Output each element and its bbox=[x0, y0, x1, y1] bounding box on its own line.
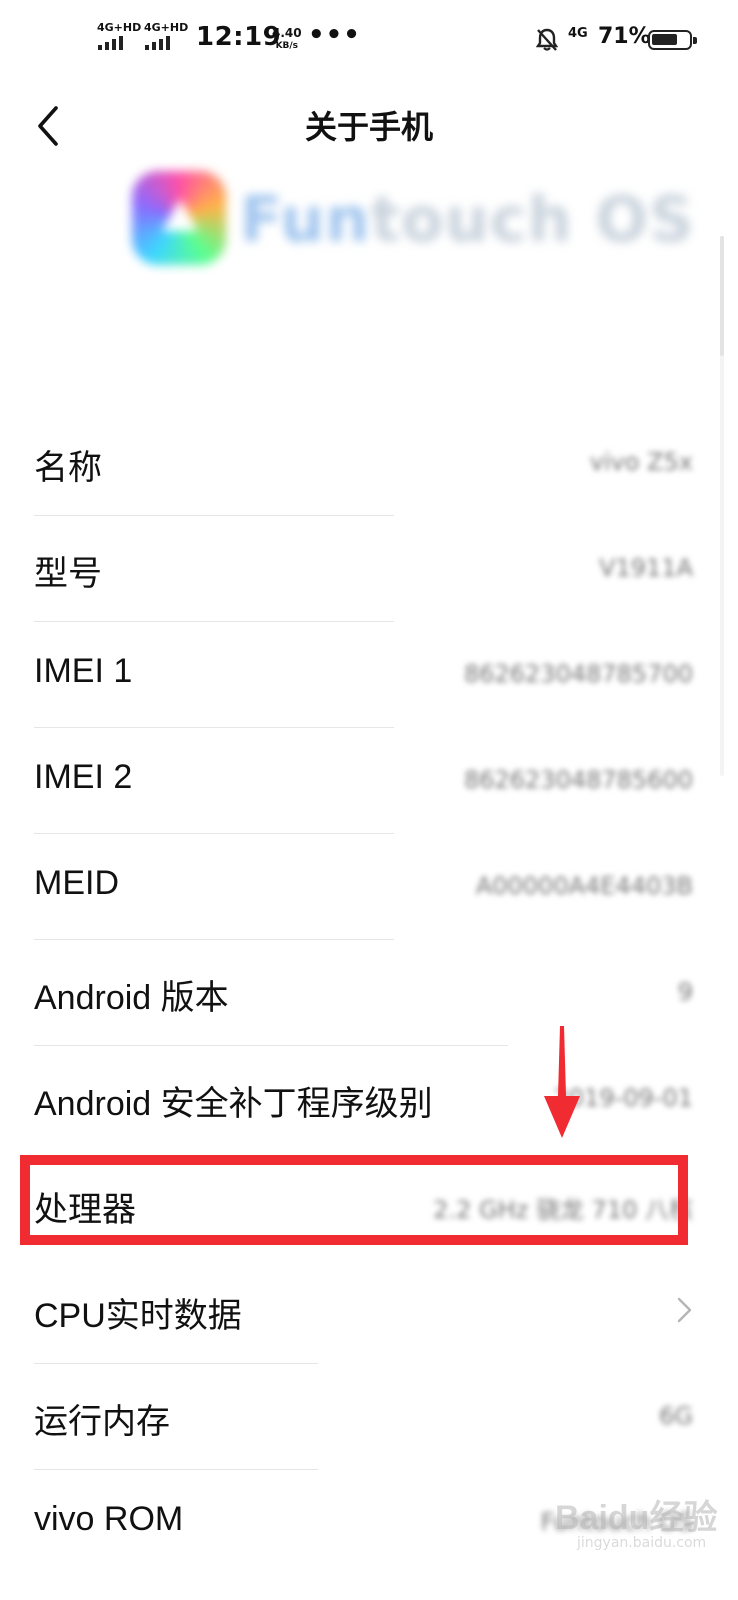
row-value: 862623048785600 bbox=[463, 766, 693, 794]
row-value: V1911A bbox=[599, 554, 693, 582]
signal-icon-2 bbox=[145, 36, 170, 50]
row-label: IMEI 1 bbox=[34, 652, 133, 690]
row-label: 运行内存 bbox=[34, 1403, 170, 1441]
row-label: 型号 bbox=[34, 555, 102, 593]
funtouch-os-logo: Funtouch OS bbox=[128, 165, 694, 275]
row-value: 9 bbox=[677, 978, 693, 1006]
clock: 12:19 bbox=[196, 22, 282, 52]
row-value: A00000A4E4403B bbox=[475, 872, 693, 900]
logo-word-fun: Fun bbox=[240, 183, 371, 256]
signal-label-2: 4G+HD bbox=[144, 21, 189, 34]
arrow-down-icon bbox=[544, 1026, 580, 1138]
battery-fill bbox=[652, 34, 677, 45]
row-android-version[interactable]: Android 版本 9 bbox=[0, 940, 738, 1046]
about-phone-list: 名称 vivo Z5x 型号 V1911A IMEI 1 86262304878… bbox=[0, 410, 738, 1576]
watermark-url: jingyan.baidu.com bbox=[577, 1535, 707, 1551]
chevron-right-icon bbox=[677, 1297, 692, 1323]
scrollbar-thumb[interactable] bbox=[720, 236, 724, 356]
row-label: Android 版本 bbox=[34, 979, 229, 1017]
network-type: 4G bbox=[568, 26, 588, 41]
app-header: 关于手机 bbox=[0, 80, 738, 170]
signal-icon-1 bbox=[98, 36, 123, 50]
row-imei1[interactable]: IMEI 1 862623048785700 bbox=[0, 622, 738, 728]
row-value: vivo Z5x bbox=[589, 448, 693, 476]
row-label: MEID bbox=[34, 864, 119, 902]
row-ram[interactable]: 运行内存 6G bbox=[0, 1364, 738, 1470]
signal-label-1: 4G+HD bbox=[97, 21, 142, 34]
speed-unit: KB/s bbox=[275, 41, 299, 51]
row-meid[interactable]: MEID A00000A4E4403B bbox=[0, 834, 738, 940]
network-speed: 4.40 KB/s bbox=[272, 27, 302, 53]
battery-icon bbox=[648, 30, 697, 50]
status-bar: 4G+HD 4G+HD 12:19 4.40 KB/s ••• 4G 71% bbox=[0, 0, 738, 80]
row-value: 6G bbox=[659, 1402, 693, 1430]
logo-wordmark: Funtouch OS bbox=[240, 183, 695, 256]
logo-word-rest: touch OS bbox=[370, 183, 695, 256]
row-name[interactable]: 名称 vivo Z5x bbox=[0, 410, 738, 516]
baidu-watermark: Baidu经验 jingyan.baidu.com bbox=[555, 1490, 717, 1551]
row-label: Android 安全补丁程序级别 bbox=[34, 1085, 433, 1123]
processor-highlight-box bbox=[20, 1155, 688, 1245]
row-label: 名称 bbox=[34, 449, 102, 487]
row-value: 862623048785700 bbox=[463, 660, 693, 688]
row-label: CPU实时数据 bbox=[34, 1297, 242, 1335]
row-security-patch[interactable]: Android 安全补丁程序级别 2019-09-01 bbox=[0, 1046, 738, 1152]
more-notifications-icon: ••• bbox=[308, 20, 361, 50]
speed-value: 4.40 bbox=[272, 26, 302, 40]
page-title: 关于手机 bbox=[304, 108, 433, 146]
row-cpu-realtime[interactable]: CPU实时数据 bbox=[0, 1258, 738, 1364]
bell-off-icon bbox=[536, 28, 558, 51]
row-model[interactable]: 型号 V1911A bbox=[0, 516, 738, 622]
battery-percent: 71% bbox=[598, 24, 651, 49]
watermark-text: Baidu经验 bbox=[555, 1499, 718, 1537]
row-label: IMEI 2 bbox=[34, 758, 133, 796]
funtouch-logo-icon bbox=[132, 171, 226, 265]
row-imei2[interactable]: IMEI 2 862623048785600 bbox=[0, 728, 738, 834]
row-label: vivo ROM bbox=[34, 1500, 184, 1538]
